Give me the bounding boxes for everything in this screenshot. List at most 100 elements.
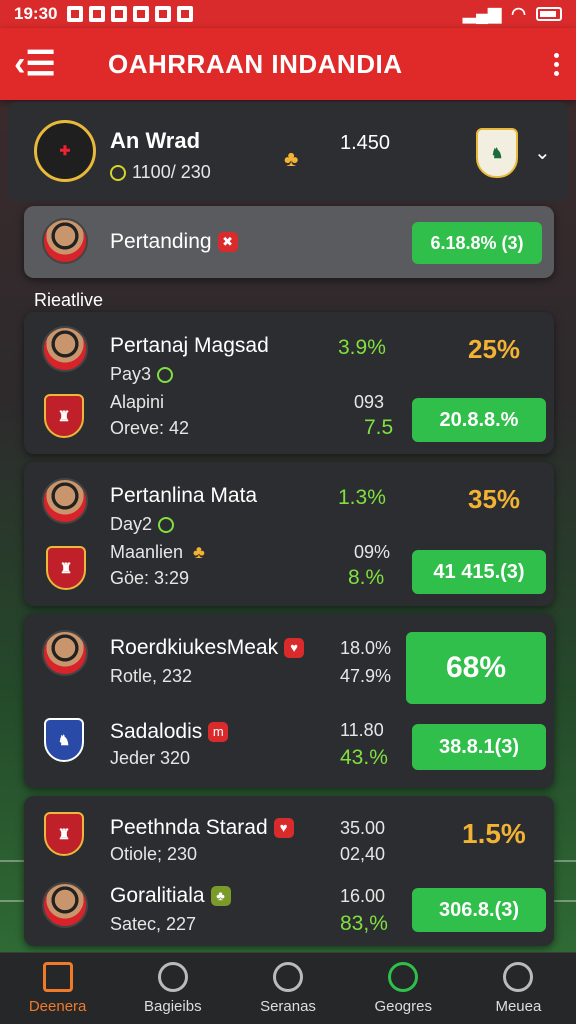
status-bar: 19:30 ▂▄▆ ◠ xyxy=(0,0,576,28)
profile-icon xyxy=(273,962,303,992)
team-sub: Satec, 227 xyxy=(110,914,197,934)
trophy-icon: ♣ xyxy=(193,542,205,562)
flag-icon: ♥ xyxy=(273,818,294,839)
wifi-icon: ◠ xyxy=(511,4,526,23)
avatar xyxy=(42,218,88,264)
nav-label: Geogres xyxy=(374,998,432,1015)
flag-icon: ♥ xyxy=(284,638,305,659)
match-score: 1.450 xyxy=(340,132,391,154)
match-sub: 1100/ 230 xyxy=(110,162,211,183)
big-percent: 25% xyxy=(468,334,521,364)
section-label: Rieatlive xyxy=(34,290,104,310)
big-percent: 35% xyxy=(468,484,521,514)
nav-item-home[interactable]: Deenera xyxy=(0,953,115,1024)
status-time: 19:30 xyxy=(14,4,58,23)
signal-icon: ▂▄▆ xyxy=(462,4,502,23)
big-odds-button[interactable]: 68% xyxy=(406,632,546,704)
stat-value: 09% xyxy=(354,542,391,562)
featured-label: Pertanding ✖ xyxy=(110,230,238,254)
stat-value: 43.% xyxy=(340,746,388,769)
team-name: Sadalodis m xyxy=(110,720,229,744)
app-header: ‹☰ OAHRRAAN INDANDIA xyxy=(0,28,576,100)
odds-button[interactable]: 41 415.(3) xyxy=(412,550,546,594)
team-crest-icon: ♜ xyxy=(46,546,86,590)
stat-value: 83,% xyxy=(340,912,388,935)
featured-odds-button[interactable]: 6.18.8% (3) xyxy=(412,222,542,264)
notification-icon xyxy=(155,6,172,22)
notification-icon xyxy=(111,6,128,22)
battery-icon xyxy=(536,7,562,21)
notification-icon xyxy=(177,6,194,22)
odds-button[interactable]: 38.8.1(3) xyxy=(412,724,546,770)
nav-item-explore[interactable]: Bagieibs xyxy=(115,953,230,1024)
back-button[interactable]: ‹☰ xyxy=(0,28,70,100)
notification-icon xyxy=(133,6,150,22)
nav-label: Meuea xyxy=(495,998,542,1015)
team-crest-icon: ✚ xyxy=(34,120,96,182)
avatar xyxy=(42,326,88,372)
stat-value: 16.00 xyxy=(340,886,386,906)
match-card[interactable]: RoerdkiukesMeak ♥ Rotle, 232 18.0% 47.9% … xyxy=(24,614,554,788)
match-team-name: An Wrad xyxy=(110,128,201,153)
player-sub: Otiole; 230 xyxy=(110,844,198,864)
trophy-icon: ♣ xyxy=(284,146,299,171)
compass-icon xyxy=(157,962,188,992)
match-card[interactable]: Pertanlina Mata Day2 1.3% 35% ♜ Maanlien… xyxy=(24,462,554,606)
team-name: Maanlien ♣ xyxy=(110,542,205,562)
team-name: Alapini xyxy=(110,392,165,412)
stat-value: 47.9% xyxy=(340,666,392,686)
team-crest-icon: ♜ xyxy=(44,394,84,438)
more-menu-button[interactable] xyxy=(536,28,576,100)
flag-icon: m xyxy=(208,722,229,743)
stat-value: 093 xyxy=(354,392,385,412)
avatar xyxy=(42,882,88,928)
match-summary-card[interactable]: ✚ An Wrad 1100/ 230 ♣ 1.450 ♞ ⌄ xyxy=(8,102,568,202)
team-sub: Oreve: 42 xyxy=(110,418,190,438)
stat-value: 35.00 xyxy=(340,818,386,838)
odds-button[interactable]: 306.8.(3) xyxy=(412,888,546,932)
page-title: OAHRRAAN INDANDIA xyxy=(108,48,403,79)
team-sub: Jeder 320 xyxy=(110,748,191,768)
stat-value: 18.0% xyxy=(340,638,392,658)
stat-value: 8.% xyxy=(348,566,385,589)
notification-icon xyxy=(89,6,106,22)
nav-label: Deenera xyxy=(28,998,87,1015)
home-icon xyxy=(42,962,73,992)
player-sub: Day2 xyxy=(110,514,175,535)
more-vert-icon xyxy=(553,52,559,58)
match-card[interactable]: ♜ Peethnda Starad ♥ Otiole; 230 35.00 02,… xyxy=(24,796,554,946)
nav-item-globe[interactable]: Geogres xyxy=(346,953,461,1024)
player-name: Pertanaj Magsad xyxy=(110,334,269,357)
opponent-crest-icon: ♞ xyxy=(476,128,518,178)
big-percent: 1.5% xyxy=(462,818,526,849)
shield-icon: ♣ xyxy=(210,886,231,907)
nav-item-account[interactable]: Meuea xyxy=(461,953,576,1024)
notification-icon xyxy=(67,6,84,22)
bottom-navigation: Deenera Bagieibs Seranas Geogres Meuea xyxy=(0,952,576,1024)
globe-icon xyxy=(388,962,419,992)
stat-value: 11.80 xyxy=(340,720,384,740)
player-sub: Rotle, 232 xyxy=(110,666,193,686)
avatar xyxy=(42,630,88,676)
clock-icon xyxy=(110,165,126,182)
flag-icon: ✖ xyxy=(217,232,238,253)
player-name: Peethnda Starad ♥ xyxy=(110,816,294,840)
match-card[interactable]: Pertanaj Magsad Pay3 3.9% 25% ♜ Alapini … xyxy=(24,312,554,454)
expand-chevron-icon[interactable]: ⌄ xyxy=(534,140,551,165)
team-crest-icon: ♞ xyxy=(44,718,84,762)
stat-value: 02,40 xyxy=(340,844,386,864)
player-name: RoerdkiukesMeak ♥ xyxy=(110,636,305,660)
player-name: Pertanlina Mata xyxy=(110,484,258,507)
stat-percent: 1.3% xyxy=(338,486,386,509)
nav-label: Seranas xyxy=(260,998,316,1015)
check-icon xyxy=(158,517,175,534)
stat-value: 7.5 xyxy=(364,416,394,439)
player-sub: Pay3 xyxy=(110,364,174,385)
team-name: Goralitiala ♣ xyxy=(110,884,231,908)
odds-button[interactable]: 20.8.8.% xyxy=(412,398,546,442)
nav-item-profile[interactable]: Seranas xyxy=(230,953,345,1024)
featured-row[interactable]: Pertanding ✖ 6.18.8% (3) xyxy=(24,206,554,278)
stat-percent: 3.9% xyxy=(338,336,386,359)
team-sub: Göe: 3:29 xyxy=(110,568,190,588)
person-icon xyxy=(503,962,534,992)
